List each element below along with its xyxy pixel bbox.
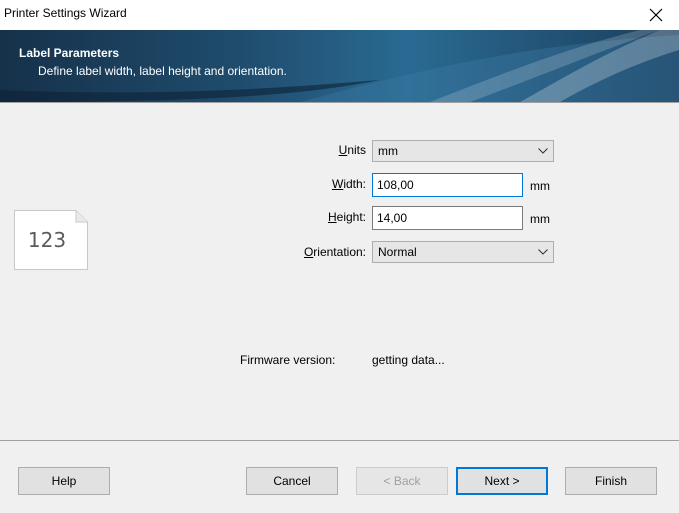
title-bar: Printer Settings Wizard	[0, 0, 679, 30]
width-label: Width:	[331, 177, 366, 191]
height-unit: mm	[530, 212, 550, 226]
units-select[interactable]: mm	[372, 140, 554, 162]
wizard-banner: Label Parameters Define label width, lab…	[0, 30, 679, 102]
finish-button[interactable]: Finish	[565, 467, 657, 495]
orientation-label: Orientation:	[303, 245, 366, 259]
orientation-select[interactable]: Normal	[372, 241, 554, 263]
units-value: mm	[378, 144, 398, 158]
height-label: Height:	[327, 210, 366, 224]
firmware-value: getting data...	[372, 353, 445, 367]
label-icon-text: 123	[27, 228, 67, 252]
next-button[interactable]: Next >	[456, 467, 548, 495]
close-icon	[649, 8, 663, 22]
help-button[interactable]: Help	[18, 467, 110, 495]
width-unit: mm	[530, 179, 550, 193]
width-field[interactable]	[372, 173, 523, 197]
divider	[0, 102, 679, 103]
chevron-down-icon	[533, 148, 553, 154]
orientation-value: Normal	[378, 245, 417, 259]
banner-title: Label Parameters	[19, 46, 120, 60]
label-icon: 123	[14, 210, 88, 270]
window-title: Printer Settings Wizard	[4, 6, 127, 20]
cancel-button[interactable]: Cancel	[246, 467, 338, 495]
close-button[interactable]	[633, 0, 679, 30]
height-field[interactable]	[372, 206, 523, 230]
back-button[interactable]: < Back	[356, 467, 448, 495]
divider	[0, 440, 679, 441]
firmware-label: Firmware version:	[240, 353, 336, 367]
units-label: Units	[338, 143, 366, 157]
chevron-down-icon	[533, 249, 553, 255]
banner-subtitle: Define label width, label height and ori…	[38, 64, 287, 78]
